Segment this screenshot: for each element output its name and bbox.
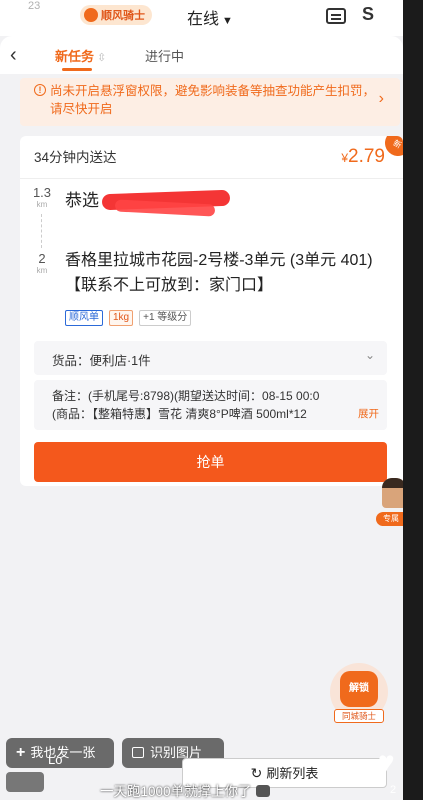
floating-rider-badge[interactable]: 解锁 同城骑士 [330, 663, 388, 723]
floating-window-permission-banner[interactable]: ! 尚未开启悬浮窗权限，避免影响装备等抽查功能产生扣罚，请尽快开启 › [20, 78, 400, 126]
post-caption: 一天跑1000单就撑上你了 [100, 780, 270, 800]
dropoff-distance: 2 km [31, 251, 53, 276]
post-too-label: 我也发一张 [30, 745, 96, 760]
app-screen: 23 顺风骑士 在线 ▼ S ‹ 新任务 ⇳ 进行中 ! 尚未开启悬浮窗权限，避免影… [0, 0, 403, 800]
dropoff-distance-unit: km [36, 266, 48, 275]
online-status-label: 在线 [187, 11, 220, 28]
signal-settings-icon[interactable]: S [362, 4, 374, 25]
caption-text: 一天跑1000单就撑上你了 [100, 784, 252, 799]
goods-text: 货品：便利店·1件 [52, 354, 151, 368]
warning-icon: ! [34, 84, 46, 96]
dropoff-distance-value: 2 [38, 251, 46, 266]
tab-new-tasks-label: 新任务 [55, 49, 95, 64]
plus-icon: + [16, 744, 26, 761]
caret-down-icon: ▼ [222, 15, 233, 27]
order-price: ¥2.79 [341, 146, 385, 168]
scan-image-icon [132, 747, 144, 758]
route-connector [41, 214, 42, 248]
unlock-badge-icon: 解锁 [340, 671, 378, 707]
side-agent-widget[interactable]: 专属 [376, 478, 403, 528]
pickup-distance-unit: km [36, 200, 48, 209]
delivery-time: 34分钟内送达 [34, 150, 117, 165]
note-expand-link[interactable]: 展开 [355, 406, 379, 421]
note-line-1: 备注：(手机尾号:8798)(期望送达时间：08-15 00:0 [52, 389, 320, 403]
tag-weight: 1kg [109, 310, 134, 326]
order-card[interactable]: 34分钟内送达 ¥2.79 新 1.3 km 恭选 2 km 香格里拉城市花园-… [20, 136, 403, 486]
tag-shunfeng: 顺风单 [65, 310, 103, 326]
status-time: 23 [28, 0, 41, 12]
tag-level-points: +1 等级分 [139, 310, 192, 326]
goods-row[interactable]: 货品：便利店·1件 ⌄ [34, 341, 387, 375]
lo-text: Lo [48, 752, 63, 767]
price-amount: 2.79 [348, 146, 385, 167]
brand-name: 顺风骑士 [101, 10, 145, 22]
active-tab-indicator [62, 68, 92, 71]
blurred-area [6, 772, 44, 792]
pickup-shop-name: 恭选 [65, 191, 99, 210]
rider-badge-label: 同城骑士 [334, 709, 384, 723]
order-tags: 顺风单 1kg +1 等级分 [65, 310, 192, 326]
like-heart-icon[interactable]: ♥ [378, 748, 395, 776]
refresh-list-label: 刷新列表 [266, 766, 319, 781]
agent-label: 专属 [376, 512, 403, 526]
online-status-dropdown[interactable]: 在线 ▼ [187, 5, 233, 29]
price-currency: ¥ [341, 151, 349, 165]
tab-new-tasks[interactable]: 新任务 ⇳ [55, 46, 106, 65]
back-arrow-icon[interactable]: ‹ [10, 44, 17, 67]
note-line-2: (商品：【整箱特惠】雪花 清爽8°P啤酒 500ml*12 [52, 407, 307, 421]
refresh-icon: ↻ [250, 765, 263, 781]
divider [20, 178, 403, 179]
pickup-distance: 1.3 km [31, 185, 53, 210]
top-bar: 23 顺风骑士 在线 ▼ S [0, 0, 403, 36]
grab-order-button[interactable]: 抢单 [34, 442, 387, 482]
sort-icon[interactable]: ⇳ [97, 52, 106, 64]
order-note: 备注：(手机尾号:8798)(期望送达时间：08-15 00:0 (商品：【整箱… [34, 380, 387, 430]
brand-logo[interactable]: 顺风骑士 [80, 5, 152, 25]
pickup-distance-value: 1.3 [32, 185, 52, 200]
brand-badge-icon [84, 8, 98, 22]
like-count: 2 [390, 784, 397, 796]
emoji-icon [255, 785, 270, 797]
chevron-right-icon: › [378, 90, 384, 107]
right-edge-strip [403, 0, 423, 800]
tab-in-progress[interactable]: 进行中 [145, 46, 184, 65]
warning-text: 尚未开启悬浮窗权限，避免影响装备等抽查功能产生扣罚，请尽快开启 [50, 84, 376, 116]
message-icon[interactable] [326, 8, 346, 24]
dropoff-address: 香格里拉城市花园-2号楼-3单元 (3单元 401)【联系不上可放到：家门口】 [65, 252, 373, 294]
task-tabs: ‹ 新任务 ⇳ 进行中 [0, 36, 403, 74]
agent-avatar-hair [382, 478, 403, 488]
chevron-down-icon: ⌄ [364, 348, 375, 362]
